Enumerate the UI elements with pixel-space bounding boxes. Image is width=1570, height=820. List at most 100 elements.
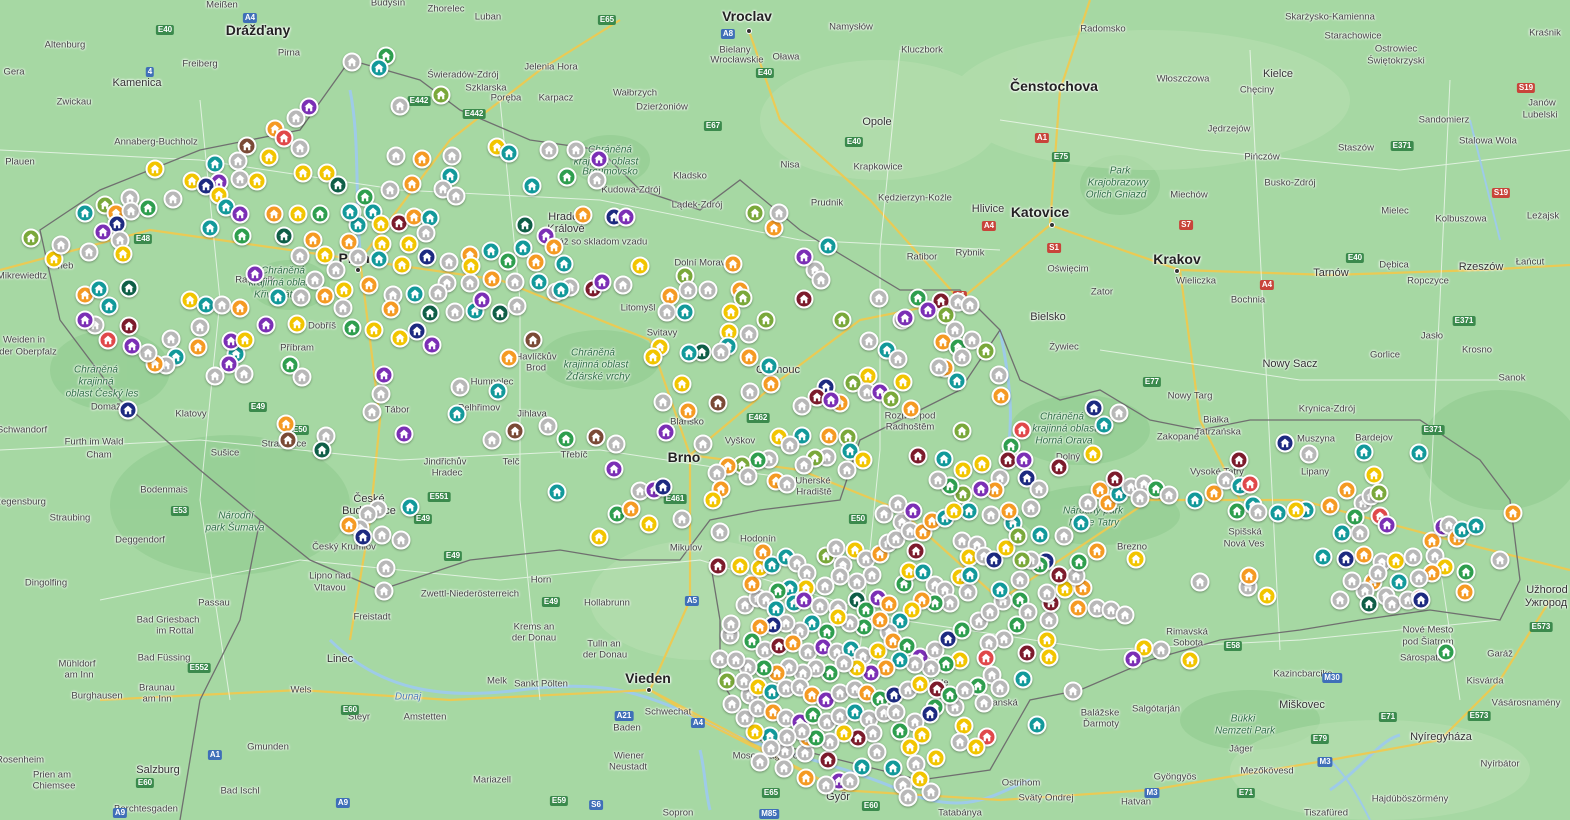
property-marker[interactable] <box>312 440 332 460</box>
property-marker[interactable] <box>886 702 906 722</box>
property-marker[interactable] <box>616 207 636 227</box>
property-marker[interactable] <box>587 170 607 190</box>
property-marker[interactable] <box>1010 570 1030 590</box>
property-marker[interactable] <box>539 140 559 160</box>
property-marker[interactable] <box>200 218 220 238</box>
property-marker[interactable] <box>417 247 437 267</box>
property-marker[interactable] <box>910 674 930 694</box>
property-marker[interactable] <box>630 256 650 276</box>
property-marker[interactable] <box>971 479 991 499</box>
property-marker[interactable] <box>460 273 480 293</box>
property-marker[interactable] <box>333 298 353 318</box>
property-marker[interactable] <box>722 694 742 714</box>
property-marker[interactable] <box>1151 640 1171 660</box>
property-marker[interactable] <box>1054 526 1074 546</box>
property-marker[interactable] <box>586 427 606 447</box>
property-marker[interactable] <box>929 357 949 377</box>
property-marker[interactable] <box>745 203 765 223</box>
property-marker[interactable] <box>264 204 284 224</box>
property-marker[interactable] <box>818 236 838 256</box>
property-marker[interactable] <box>205 154 225 174</box>
property-marker[interactable] <box>1368 563 1388 583</box>
property-marker[interactable] <box>811 270 831 290</box>
property-marker[interactable] <box>390 328 410 348</box>
property-marker[interactable] <box>259 147 279 167</box>
property-marker[interactable] <box>794 289 814 309</box>
property-marker[interactable] <box>739 347 759 367</box>
property-marker[interactable] <box>505 421 525 441</box>
property-marker[interactable] <box>161 329 181 349</box>
property-marker[interactable] <box>1466 516 1486 536</box>
property-marker[interactable] <box>288 204 308 224</box>
property-marker[interactable] <box>678 280 698 300</box>
property-marker[interactable] <box>407 321 427 341</box>
property-marker[interactable] <box>547 482 567 502</box>
property-marker[interactable] <box>364 320 384 340</box>
property-marker[interactable] <box>446 186 466 206</box>
property-marker[interactable] <box>840 771 860 791</box>
property-marker[interactable] <box>75 203 95 223</box>
property-marker[interactable] <box>234 364 254 384</box>
property-marker[interactable] <box>738 466 758 486</box>
property-marker[interactable] <box>515 215 535 235</box>
property-marker[interactable] <box>431 85 451 105</box>
property-marker[interactable] <box>505 272 525 292</box>
property-marker[interactable] <box>412 149 432 169</box>
property-marker[interactable] <box>1105 469 1125 489</box>
property-marker[interactable] <box>498 251 518 271</box>
property-marker[interactable] <box>974 693 994 713</box>
property-marker[interactable] <box>672 509 692 529</box>
property-marker[interactable] <box>756 310 776 330</box>
property-marker[interactable] <box>286 108 306 128</box>
property-marker[interactable] <box>759 356 779 376</box>
property-marker[interactable] <box>816 775 836 795</box>
property-marker[interactable] <box>118 400 138 420</box>
property-marker[interactable] <box>991 386 1011 406</box>
property-marker[interactable] <box>708 393 728 413</box>
property-marker[interactable] <box>1190 572 1210 592</box>
property-marker[interactable] <box>1012 550 1032 570</box>
property-marker[interactable] <box>342 318 362 338</box>
property-marker[interactable] <box>1229 450 1249 470</box>
property-marker[interactable] <box>1409 443 1429 463</box>
property-marker[interactable] <box>1039 610 1059 630</box>
property-marker[interactable] <box>972 454 992 474</box>
property-marker[interactable] <box>934 449 954 469</box>
property-marker[interactable] <box>944 501 964 521</box>
property-marker[interactable] <box>693 434 713 454</box>
property-marker[interactable] <box>989 365 1009 385</box>
property-marker[interactable] <box>372 525 392 545</box>
property-marker[interactable] <box>573 205 593 225</box>
property-marker[interactable] <box>447 404 467 424</box>
property-marker[interactable] <box>643 347 663 367</box>
property-marker[interactable] <box>739 324 759 344</box>
property-marker[interactable] <box>359 275 379 295</box>
property-marker[interactable] <box>557 167 577 187</box>
property-marker[interactable] <box>245 264 265 284</box>
property-marker[interactable] <box>328 175 348 195</box>
property-marker[interactable] <box>703 490 723 510</box>
property-marker[interactable] <box>228 151 248 171</box>
property-marker[interactable] <box>1354 442 1374 462</box>
property-marker[interactable] <box>342 52 362 72</box>
property-marker[interactable] <box>551 280 571 300</box>
property-marker[interactable] <box>966 737 986 757</box>
property-marker[interactable] <box>405 284 425 304</box>
property-marker[interactable] <box>952 620 972 640</box>
property-marker[interactable] <box>1083 444 1103 464</box>
property-marker[interactable] <box>708 556 728 576</box>
property-marker[interactable] <box>439 252 459 272</box>
property-marker[interactable] <box>981 505 1001 525</box>
property-marker[interactable] <box>947 371 967 391</box>
property-marker[interactable] <box>883 758 903 778</box>
property-marker[interactable] <box>1313 547 1333 567</box>
property-marker[interactable] <box>326 260 346 280</box>
property-marker[interactable] <box>1337 480 1357 500</box>
property-marker[interactable] <box>386 146 406 166</box>
property-marker[interactable] <box>761 374 781 394</box>
property-marker[interactable] <box>145 159 165 179</box>
property-marker[interactable] <box>402 174 422 194</box>
property-marker[interactable] <box>1078 493 1098 513</box>
property-marker[interactable] <box>499 143 519 163</box>
property-marker[interactable] <box>895 308 915 328</box>
